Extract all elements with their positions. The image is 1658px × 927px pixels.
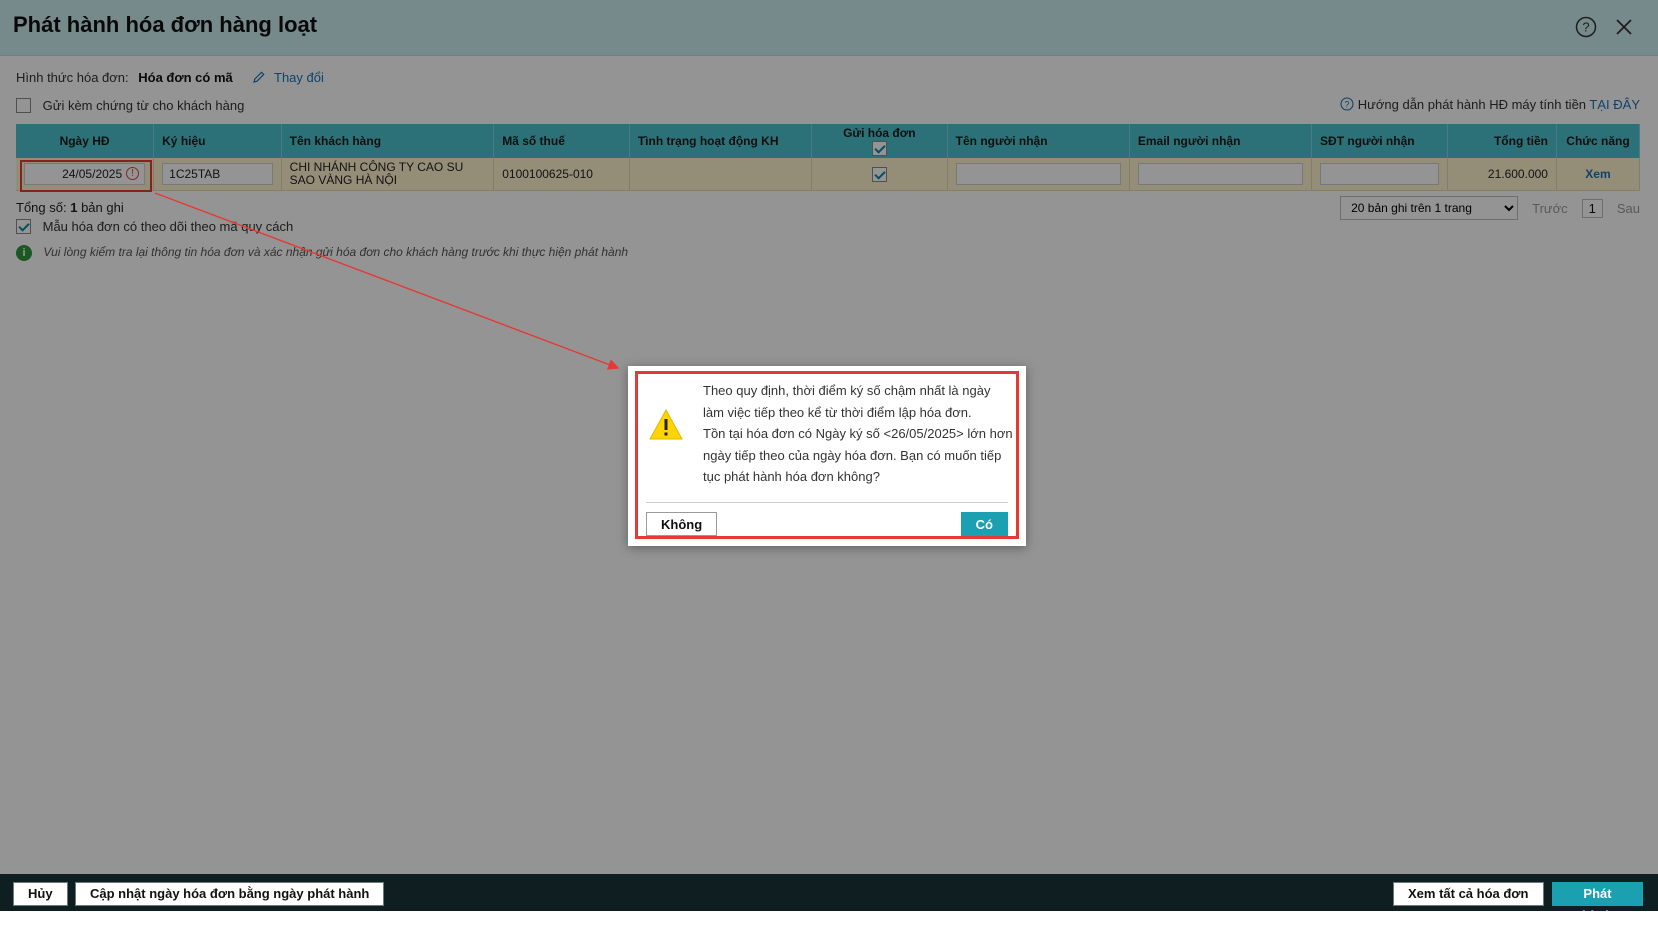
dialog-message: Theo quy định, thời điểm ký số chậm nhất… [703, 380, 1013, 488]
dialog-message-line2: Tồn tại hóa đơn có Ngày ký số <26/05/202… [703, 426, 1013, 484]
publish-button[interactable]: Phát hành [1552, 882, 1643, 923]
dialog-yes-button[interactable]: Có [960, 512, 1008, 536]
dialog-no-button[interactable]: Không [646, 512, 718, 536]
view-all-invoices-button[interactable]: Xem tất cả hóa đơn [1393, 882, 1544, 906]
update-date-button[interactable]: Cập nhật ngày hóa đơn bằng ngày phát hàn… [75, 882, 385, 906]
confirm-dialog: Theo quy định, thời điểm ký số chậm nhất… [628, 366, 1026, 546]
dialog-message-line1: Theo quy định, thời điểm ký số chậm nhất… [703, 383, 991, 420]
dialog-divider [646, 502, 1008, 503]
cancel-button[interactable]: Hủy [13, 882, 68, 906]
warning-icon [649, 408, 683, 440]
footer-bar: Hủy Cập nhật ngày hóa đơn bằng ngày phát… [0, 874, 1658, 923]
